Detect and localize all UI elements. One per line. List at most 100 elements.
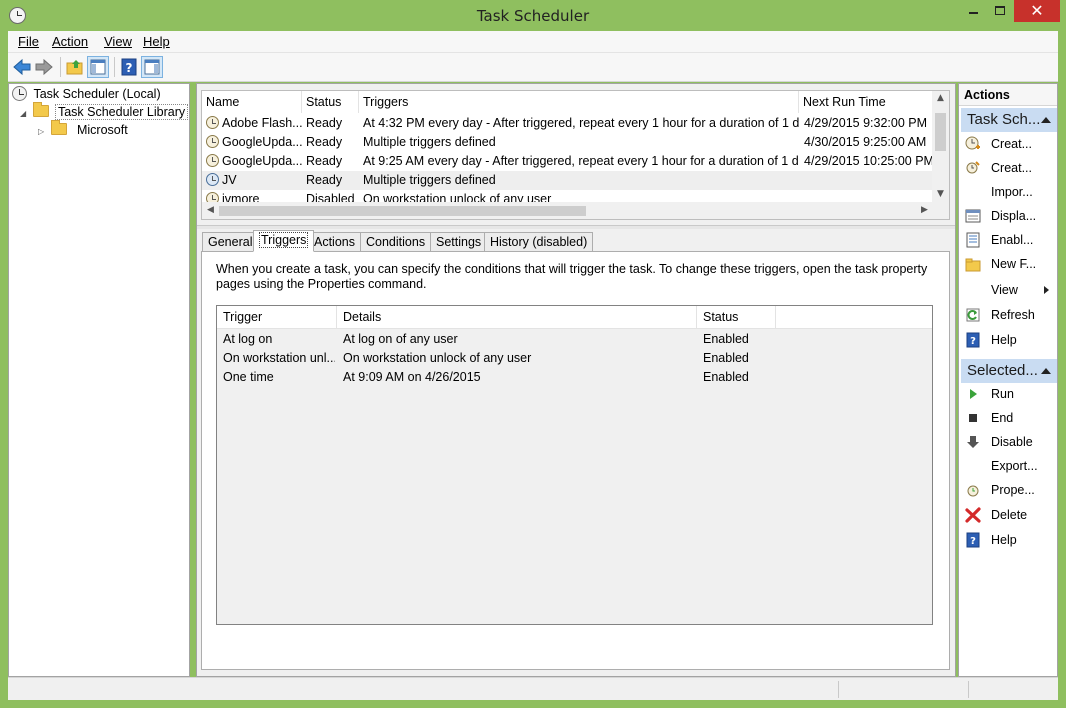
task-row[interactable]: GoogleUpda... Ready Multiple triggers de… bbox=[202, 133, 933, 152]
status-divider bbox=[838, 681, 839, 698]
task-list[interactable]: Name Status Triggers Next Run Time Adobe… bbox=[201, 90, 950, 220]
scroll-down-icon[interactable]: ▼ bbox=[932, 189, 949, 199]
tab-general[interactable]: General bbox=[202, 232, 259, 252]
action-delete[interactable]: Delete bbox=[959, 504, 1057, 526]
column-header-details[interactable]: Details bbox=[337, 306, 697, 329]
task-row[interactable]: Adobe Flash... Ready At 4:32 PM every da… bbox=[202, 114, 933, 133]
section-task-scheduler-library[interactable]: Task Sch... bbox=[961, 108, 1057, 132]
section-title: Selected... bbox=[967, 362, 1038, 379]
tab-conditions[interactable]: Conditions bbox=[360, 232, 432, 252]
vertical-scrollbar[interactable]: ▲ ▼ bbox=[932, 91, 949, 204]
maximize-button[interactable] bbox=[988, 0, 1012, 22]
clock-icon bbox=[12, 86, 27, 101]
tab-triggers[interactable]: Triggers bbox=[253, 230, 315, 252]
action-enable-all-tasks-history[interactable]: Enabl... bbox=[959, 229, 1057, 251]
horizontal-scroll-thumb[interactable] bbox=[219, 206, 586, 216]
action-run[interactable]: Run bbox=[959, 383, 1057, 405]
up-folder-button[interactable] bbox=[64, 56, 86, 78]
maximize-icon bbox=[995, 6, 1005, 15]
tab-settings[interactable]: Settings bbox=[430, 232, 488, 252]
tab-label: Triggers bbox=[259, 232, 309, 248]
column-header-trigger[interactable]: Trigger bbox=[217, 306, 337, 329]
action-label: Creat... bbox=[991, 161, 1032, 175]
tab-label: General bbox=[208, 235, 253, 249]
action-new-folder[interactable]: New F... bbox=[959, 253, 1057, 275]
action-properties[interactable]: Prope... bbox=[959, 479, 1057, 501]
close-button[interactable]: ✕ bbox=[1014, 0, 1060, 22]
show-hide-action-pane-button[interactable] bbox=[141, 56, 163, 78]
action-refresh[interactable]: Refresh bbox=[959, 304, 1057, 326]
window-title: Task Scheduler bbox=[476, 7, 590, 25]
forward-button[interactable] bbox=[33, 56, 55, 78]
action-export[interactable]: Export... bbox=[959, 455, 1057, 477]
tab-actions[interactable]: Actions bbox=[308, 232, 361, 252]
collapse-caret-icon[interactable] bbox=[1041, 117, 1051, 123]
column-header-next-run-time[interactable]: Next Run Time bbox=[799, 91, 933, 113]
action-help[interactable]: ? Help bbox=[959, 329, 1057, 351]
action-disable[interactable]: Disable bbox=[959, 431, 1057, 453]
menu-action[interactable]: Action bbox=[52, 34, 88, 49]
actions-pane: Actions Task Sch... Creat... Creat... Im… bbox=[958, 83, 1058, 677]
tree-item-microsoft[interactable]: ▷ Microsoft bbox=[38, 120, 128, 141]
collapse-caret-icon[interactable] bbox=[1041, 368, 1051, 374]
section-selected-item[interactable]: Selected... bbox=[961, 359, 1057, 383]
trigger-row[interactable]: One time At 9:09 AM on 4/26/2015 Enabled bbox=[217, 368, 932, 387]
tab-history[interactable]: History (disabled) bbox=[484, 232, 594, 252]
action-view[interactable]: View bbox=[959, 279, 1057, 301]
collapse-arrow-icon[interactable]: ◢ bbox=[20, 105, 30, 123]
task-clock-icon bbox=[206, 154, 219, 167]
scroll-left-icon[interactable]: ◀ bbox=[202, 205, 219, 215]
task-row-selected[interactable]: JV Ready Multiple triggers defined bbox=[202, 171, 933, 190]
run-icon bbox=[970, 389, 977, 399]
action-create-task[interactable]: Creat... bbox=[959, 157, 1057, 179]
trigger-row[interactable]: At log on At log on of any user Enabled bbox=[217, 330, 932, 349]
trigger-row[interactable]: On workstation unl... On workstation unl… bbox=[217, 349, 932, 368]
back-button[interactable] bbox=[11, 56, 33, 78]
status-divider bbox=[968, 681, 969, 698]
task-status: Ready bbox=[306, 173, 343, 187]
vertical-scroll-thumb[interactable] bbox=[935, 113, 946, 151]
action-end[interactable]: End bbox=[959, 407, 1057, 429]
task-status: Ready bbox=[306, 116, 343, 130]
help-icon: ? bbox=[966, 332, 980, 348]
scroll-right-icon[interactable]: ▶ bbox=[916, 205, 933, 215]
action-import-task[interactable]: Impor... bbox=[959, 181, 1057, 203]
action-label: Export... bbox=[991, 459, 1038, 473]
console-tree-icon bbox=[90, 59, 106, 75]
title-bar[interactable]: Task Scheduler ✕ bbox=[0, 0, 1066, 31]
column-header-status[interactable]: Status bbox=[697, 306, 776, 329]
help-toolbar-button[interactable]: ? bbox=[118, 56, 140, 78]
action-help-selected[interactable]: ? Help bbox=[959, 529, 1057, 551]
task-name: JV bbox=[222, 173, 237, 187]
action-label: Help bbox=[991, 333, 1017, 347]
expand-arrow-icon[interactable]: ▷ bbox=[38, 123, 48, 141]
menu-file[interactable]: File bbox=[18, 34, 39, 49]
action-label: End bbox=[991, 411, 1014, 425]
task-name: Adobe Flash... bbox=[222, 116, 302, 130]
enable-history-icon bbox=[966, 232, 980, 248]
action-display-running-tasks[interactable]: Displa... bbox=[959, 205, 1057, 227]
scroll-up-icon[interactable]: ▲ bbox=[932, 93, 949, 103]
menu-help-label: Help bbox=[143, 34, 170, 49]
horizontal-scrollbar[interactable]: ◀ ▶ bbox=[202, 202, 933, 219]
minimize-button[interactable] bbox=[962, 0, 986, 22]
tree-item-task-scheduler-local[interactable]: Task Scheduler (Local) bbox=[12, 85, 161, 103]
task-status: Ready bbox=[306, 154, 343, 168]
menu-help[interactable]: Help bbox=[143, 34, 170, 49]
column-header-status[interactable]: Status bbox=[302, 91, 359, 113]
actions-title: Actions bbox=[959, 84, 1057, 106]
column-header-triggers[interactable]: Triggers bbox=[359, 91, 799, 113]
toolbar-separator bbox=[60, 57, 61, 77]
pane-splitter[interactable] bbox=[197, 225, 955, 229]
show-hide-console-tree-button[interactable] bbox=[87, 56, 109, 78]
properties-icon bbox=[967, 485, 979, 497]
triggers-table[interactable]: Trigger Details Status At log on At log … bbox=[216, 305, 933, 625]
task-next-run: 4/29/2015 10:25:00 PM bbox=[804, 154, 933, 168]
tree-item-task-scheduler-library[interactable]: ◢ Task Scheduler Library bbox=[20, 102, 189, 123]
help-icon: ? bbox=[121, 58, 137, 76]
task-row[interactable]: GoogleUpda... Ready At 9:25 AM every day… bbox=[202, 152, 933, 171]
menu-view[interactable]: View bbox=[104, 34, 132, 49]
action-create-basic-task[interactable]: Creat... bbox=[959, 133, 1057, 155]
tab-label: Conditions bbox=[366, 235, 426, 249]
column-header-name[interactable]: Name bbox=[202, 91, 302, 113]
